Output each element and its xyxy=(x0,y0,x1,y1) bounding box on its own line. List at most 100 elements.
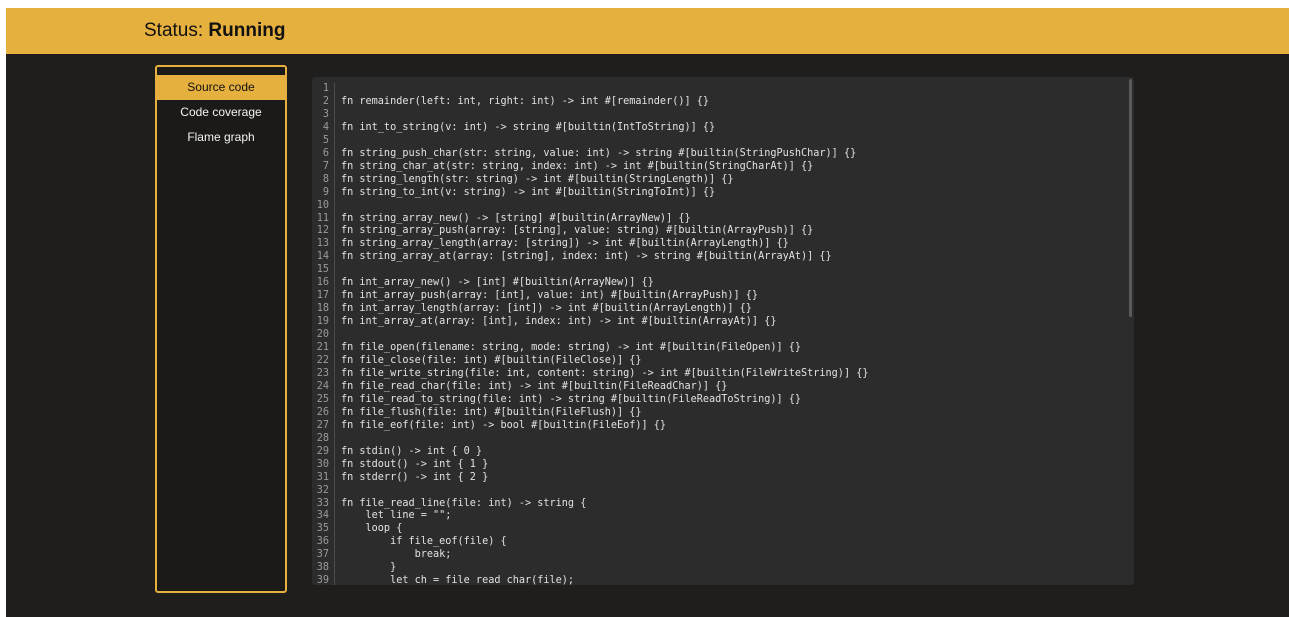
code-line: 26 fn file_flush(file: int) #[builtin(Fil… xyxy=(312,406,1122,420)
vertical-scrollbar[interactable] xyxy=(1129,79,1132,317)
line-number: 35 xyxy=(312,523,335,537)
nav-item-flame-graph[interactable]: Flame graph xyxy=(157,125,285,150)
code-line: 30 fn stdout() -> int { 1 } xyxy=(312,458,1122,472)
code-line: 35 loop { xyxy=(312,523,1122,537)
line-text: fn file_read_to_string(file: int) -> str… xyxy=(341,393,802,405)
line-number: 14 xyxy=(312,251,335,265)
line-text: fn string_length(str: string) -> int #[b… xyxy=(341,173,734,185)
line-text: fn stdin() -> int { 0 } xyxy=(341,445,483,457)
line-text: fn int_array_new() -> [int] #[builtin(Ar… xyxy=(341,277,654,289)
code-line: 39 let ch = file_read_char(file); xyxy=(312,575,1122,585)
code-line: 38 } xyxy=(312,562,1122,576)
code-line: 28 xyxy=(312,432,1122,446)
line-number: 3 xyxy=(312,108,335,122)
line-number: 7 xyxy=(312,160,335,174)
line-text xyxy=(341,433,1122,446)
line-text xyxy=(341,329,1122,342)
line-number: 26 xyxy=(312,406,335,420)
code-line: 1 xyxy=(312,83,1122,96)
line-number: 9 xyxy=(312,186,335,200)
code-line: 2 fn remainder(left: int, right: int) -> … xyxy=(312,95,1122,109)
line-text: fn string_char_at(str: string, index: in… xyxy=(341,160,814,172)
line-text: fn file_open(filename: string, mode: str… xyxy=(341,342,802,354)
line-text: fn remainder(left: int, right: int) -> i… xyxy=(341,95,710,107)
line-number: 24 xyxy=(312,380,335,394)
line-text: fn stderr() -> int { 2 } xyxy=(341,471,489,483)
line-number: 5 xyxy=(312,134,335,148)
line-text: fn file_write_string(file: int, content:… xyxy=(341,367,869,379)
line-text: fn string_push_char(str: string, value: … xyxy=(341,147,857,159)
line-text: fn int_array_push(array: [int], value: i… xyxy=(341,290,759,302)
code-line: 16 fn int_array_new() -> [int] #[builtin(… xyxy=(312,277,1122,291)
line-text: fn file_close(file: int) #[builtin(FileC… xyxy=(341,355,642,367)
code-line: 20 xyxy=(312,329,1122,343)
line-number: 27 xyxy=(312,419,335,433)
nav-item-code-coverage[interactable]: Code coverage xyxy=(157,100,285,125)
code-line: 13 fn string_array_length(array: [string]… xyxy=(312,238,1122,252)
line-number: 21 xyxy=(312,342,335,356)
line-number: 37 xyxy=(312,549,335,563)
code-line: 31 fn stderr() -> int { 2 } xyxy=(312,471,1122,485)
app-frame: Status: Running Source code Code coverag… xyxy=(6,8,1289,617)
line-number: 32 xyxy=(312,484,335,498)
code-line: 33 fn file_read_line(file: int) -> string… xyxy=(312,497,1122,511)
code-line: 24 fn file_read_char(file: int) -> int #[… xyxy=(312,380,1122,394)
status-header: Status: Running xyxy=(6,8,1289,54)
line-text: fn file_read_char(file: int) -> int #[bu… xyxy=(341,380,728,392)
line-number: 39 xyxy=(312,575,335,585)
line-number: 30 xyxy=(312,458,335,472)
line-text: loop { xyxy=(341,523,403,535)
code-line: 22 fn file_close(file: int) #[builtin(Fil… xyxy=(312,355,1122,368)
line-number: 25 xyxy=(312,393,335,407)
code-line: 25 fn file_read_to_string(file: int) -> s… xyxy=(312,393,1122,407)
line-number: 12 xyxy=(312,225,335,239)
line-text: fn int_to_string(v: int) -> string #[bui… xyxy=(341,121,716,133)
line-text xyxy=(341,485,1122,498)
line-text: break; xyxy=(341,549,452,561)
line-text xyxy=(341,264,1122,277)
line-text: fn file_read_line(file: int) -> string { xyxy=(341,497,587,509)
line-number: 10 xyxy=(312,199,335,213)
line-number: 2 xyxy=(312,95,335,109)
line-number: 36 xyxy=(312,536,335,550)
line-text: let ch = file_read_char(file); xyxy=(341,575,575,585)
source-code-viewer[interactable]: 1 2 fn remainder(left: int, right: int) ->… xyxy=(312,77,1134,585)
line-number: 22 xyxy=(312,355,335,368)
line-number: 11 xyxy=(312,212,335,226)
line-text xyxy=(341,83,1122,96)
line-text: if file_eof(file) { xyxy=(341,536,507,548)
line-number: 33 xyxy=(312,497,335,511)
line-text: fn stdout() -> int { 1 } xyxy=(341,458,489,470)
line-number: 34 xyxy=(312,510,335,524)
line-number: 19 xyxy=(312,316,335,330)
code-line: 9 fn string_to_int(v: string) -> int #[bu… xyxy=(312,186,1122,200)
code-line: 34 let line = ""; xyxy=(312,510,1122,524)
code-line: 6 fn string_push_char(str: string, value:… xyxy=(312,147,1122,161)
line-text: fn string_array_length(array: [string]) … xyxy=(341,238,789,250)
code-line: 37 break; xyxy=(312,549,1122,563)
line-text xyxy=(341,109,1122,122)
line-number: 8 xyxy=(312,173,335,187)
line-text: fn int_array_at(array: [int], index: int… xyxy=(341,316,777,328)
code-line: 36 if file_eof(file) { xyxy=(312,536,1122,550)
code-line: 17 fn int_array_push(array: [int], value:… xyxy=(312,290,1122,304)
status-value: Running xyxy=(208,20,286,41)
code-line: 15 xyxy=(312,264,1122,278)
line-text: fn string_array_at(array: [string], inde… xyxy=(341,251,832,263)
line-number: 16 xyxy=(312,277,335,291)
nav-item-source-code[interactable]: Source code xyxy=(157,75,285,100)
code-line: 21 fn file_open(filename: string, mode: s… xyxy=(312,342,1122,356)
line-number: 15 xyxy=(312,264,335,278)
line-number: 28 xyxy=(312,432,335,446)
line-text: fn string_array_push(array: [string], va… xyxy=(341,225,814,237)
line-number: 20 xyxy=(312,329,335,343)
code-line: 23 fn file_write_string(file: int, conten… xyxy=(312,367,1122,381)
code-line: 27 fn file_eof(file: int) -> bool #[built… xyxy=(312,419,1122,433)
sidebar-nav: Source code Code coverage Flame graph xyxy=(155,65,287,593)
line-number: 1 xyxy=(312,83,335,96)
line-number: 31 xyxy=(312,471,335,485)
line-text xyxy=(341,135,1122,148)
line-text: fn string_to_int(v: string) -> int #[bui… xyxy=(341,186,716,198)
line-text xyxy=(341,200,1122,213)
code-line: 10 xyxy=(312,199,1122,213)
